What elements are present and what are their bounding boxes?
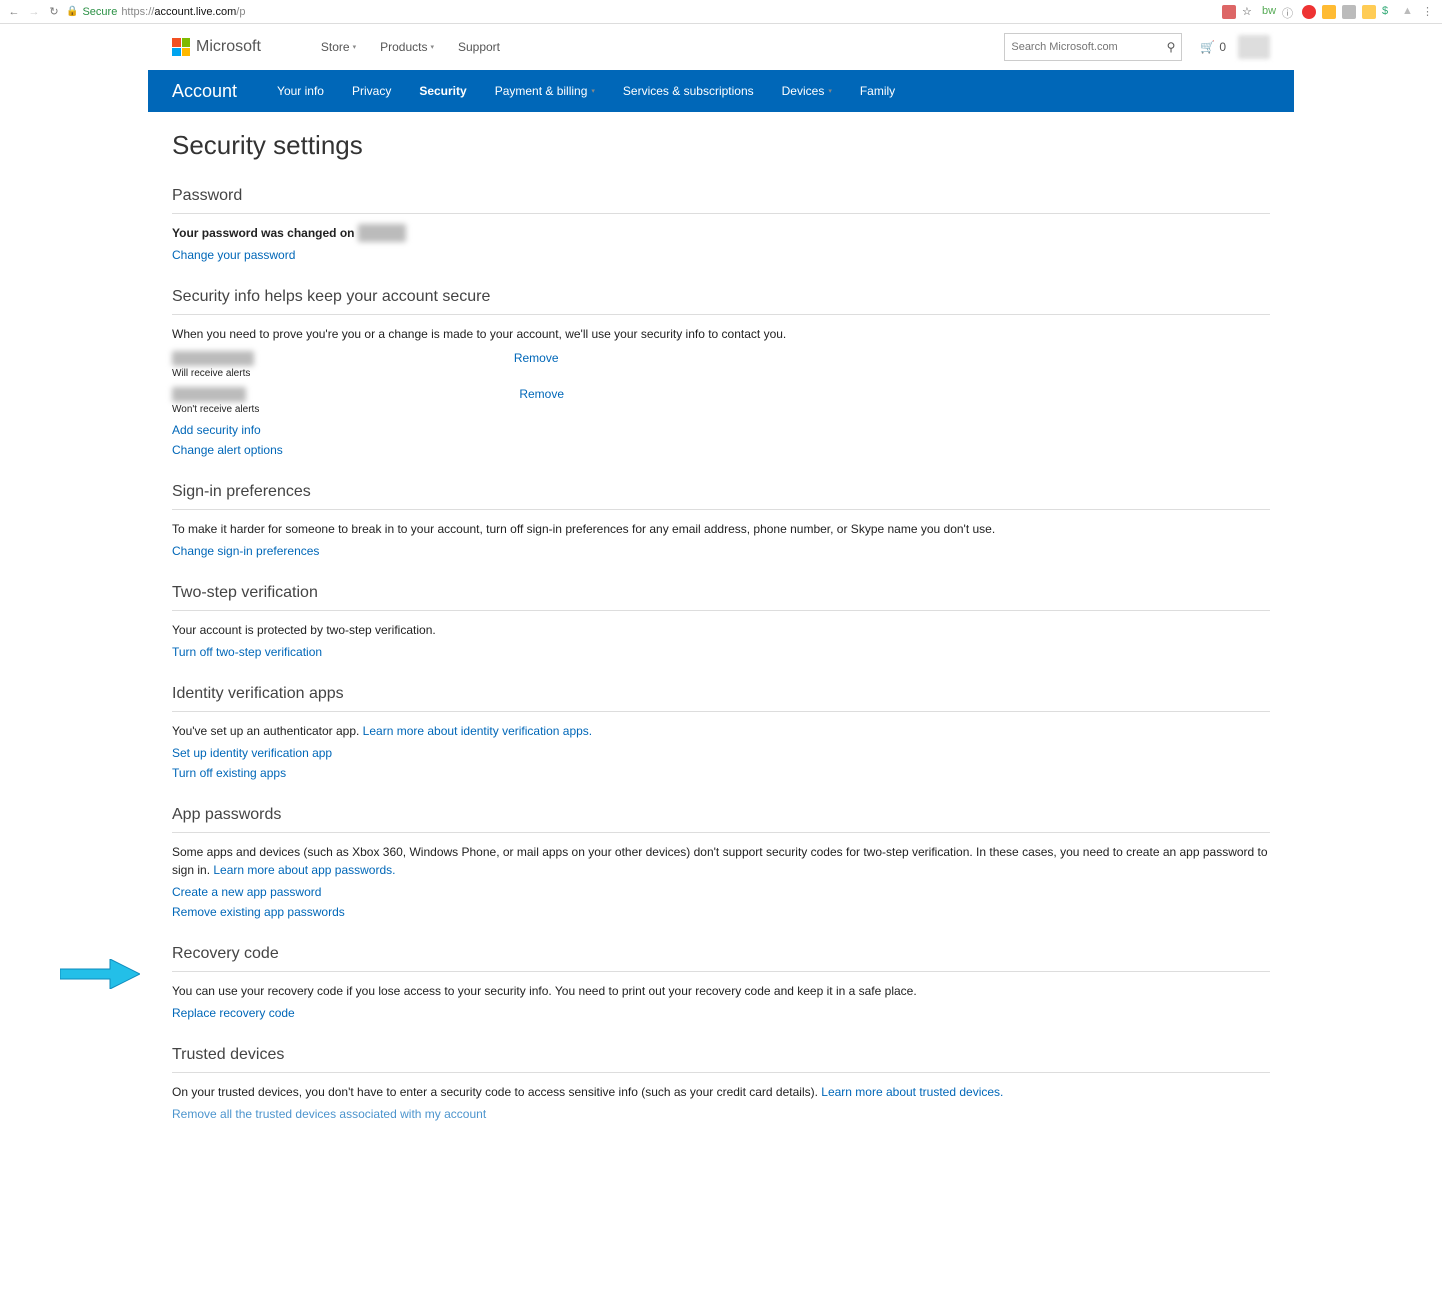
microsoft-logo-icon (172, 38, 190, 56)
brand-label: Microsoft (196, 38, 261, 56)
section-heading: Identity verification apps (172, 685, 1270, 703)
cart-count: 0 (1219, 40, 1226, 54)
ext-icon[interactable]: ▲ (1402, 5, 1416, 19)
section-two-step: Two-step verification Your account is pr… (172, 584, 1270, 659)
search-box[interactable]: ⚲ (1004, 33, 1182, 61)
password-changed-text: Your password was changed on xxxxxxxx (172, 224, 1270, 242)
create-app-password-link[interactable]: Create a new app password (172, 885, 1270, 899)
ext-icon[interactable] (1342, 5, 1356, 19)
security-info-meta: Will receive alerts (172, 368, 254, 379)
chevron-down-icon: ▾ (828, 87, 832, 95)
setup-identity-app-link[interactable]: Set up identity verification app (172, 746, 1270, 760)
security-info-item: xxx-xxx-xxxx Won't receive alerts Remove (172, 387, 1270, 415)
menu-icon[interactable]: ⋮ (1422, 5, 1436, 19)
change-signin-preferences-link[interactable]: Change sign-in preferences (172, 544, 1270, 558)
browser-chrome: ← → ↻ 🔒 Secure https://account.live.com/… (0, 0, 1442, 24)
turn-off-existing-apps-link[interactable]: Turn off existing apps (172, 766, 1270, 780)
content: Security settings Password Your password… (148, 112, 1294, 1141)
section-heading: Sign-in preferences (172, 483, 1270, 501)
cart-icon: 🛒 (1200, 40, 1215, 54)
browser-extension-icons: ☆ bw ⓘ $ ▲ ⋮ (1222, 5, 1436, 19)
secure-label: Secure (82, 6, 117, 18)
chevron-down-icon: ▾ (430, 43, 434, 51)
section-heading: Trusted devices (172, 1046, 1270, 1064)
tab-payment-billing[interactable]: Payment & billing ▾ (495, 84, 595, 98)
security-info-meta: Won't receive alerts (172, 404, 259, 415)
recovery-desc: You can use your recovery code if you lo… (172, 982, 1270, 1000)
ext-icon[interactable]: ⓘ (1282, 5, 1296, 19)
tab-services-subscriptions[interactable]: Services & subscriptions (623, 84, 754, 98)
add-security-info-link[interactable]: Add security info (172, 423, 1270, 437)
learn-more-trusted-devices-link[interactable]: Learn more about trusted devices. (821, 1085, 1003, 1099)
remove-security-info-link[interactable]: Remove (519, 387, 564, 401)
turn-off-two-step-link[interactable]: Turn off two-step verification (172, 645, 1270, 659)
nav-store[interactable]: Store▾ (321, 40, 356, 54)
lock-icon: 🔒 (66, 6, 78, 17)
idapps-desc: You've set up an authenticator app. Lear… (172, 722, 1270, 740)
ext-icon[interactable] (1302, 5, 1316, 19)
signin-desc: To make it harder for someone to break i… (172, 520, 1270, 538)
search-icon[interactable]: ⚲ (1167, 40, 1176, 54)
change-alert-options-link[interactable]: Change alert options (172, 443, 1270, 457)
section-identity-apps: Identity verification apps You've set up… (172, 685, 1270, 780)
address-bar[interactable]: https://account.live.com/p (121, 6, 245, 18)
nav-support[interactable]: Support (458, 40, 500, 54)
section-recovery-code: Recovery code You can use your recovery … (172, 945, 1270, 1020)
replace-recovery-code-link[interactable]: Replace recovery code (172, 1006, 1270, 1020)
remove-trusted-devices-link[interactable]: Remove all the trusted devices associate… (172, 1107, 1270, 1121)
learn-more-identity-apps-link[interactable]: Learn more about identity verification a… (363, 724, 592, 738)
security-info-value: xxx-xxx-xxxx (172, 387, 246, 402)
back-button[interactable]: ← (6, 4, 22, 20)
account-subnav: Account Your info Privacy Security Payme… (148, 70, 1294, 112)
password-changed-date: xxxxxxxx (358, 224, 406, 242)
top-nav: Store▾ Products▾ Support (321, 40, 500, 54)
section-security-info: Security info helps keep your account se… (172, 288, 1270, 457)
chevron-down-icon: ▾ (353, 43, 357, 51)
account-brand[interactable]: Account (172, 81, 237, 102)
search-input[interactable] (1011, 41, 1166, 53)
change-password-link[interactable]: Change your password (172, 248, 1270, 262)
section-password: Password Your password was changed on xx… (172, 187, 1270, 262)
section-heading: App passwords (172, 806, 1270, 824)
remove-app-passwords-link[interactable]: Remove existing app passwords (172, 905, 1270, 919)
tab-privacy[interactable]: Privacy (352, 84, 391, 98)
section-heading: Two-step verification (172, 584, 1270, 602)
security-info-desc: When you need to prove you're you or a c… (172, 325, 1270, 343)
chevron-down-icon: ▾ (591, 87, 595, 95)
tab-devices[interactable]: Devices ▾ (782, 84, 832, 98)
annotation-arrow-icon (60, 959, 140, 989)
microsoft-logo[interactable]: Microsoft (172, 38, 261, 56)
section-heading: Password (172, 187, 1270, 205)
ext-icon[interactable] (1322, 5, 1336, 19)
two-step-desc: Your account is protected by two-step ve… (172, 621, 1270, 639)
star-icon[interactable]: ☆ (1242, 5, 1256, 19)
tab-your-info[interactable]: Your info (277, 84, 324, 98)
top-header: Microsoft Store▾ Products▾ Support ⚲ 🛒 0 (148, 24, 1294, 70)
forward-button[interactable]: → (26, 4, 42, 20)
section-heading: Security info helps keep your account se… (172, 288, 1270, 306)
reload-button[interactable]: ↻ (46, 4, 62, 20)
ext-icon[interactable]: $ (1382, 5, 1396, 19)
page-title: Security settings (172, 130, 1270, 161)
ext-icon[interactable]: bw (1262, 5, 1276, 19)
security-info-value: xxx@xxxx.xxx (172, 351, 254, 366)
nav-products[interactable]: Products▾ (380, 40, 434, 54)
tab-family[interactable]: Family (860, 84, 895, 98)
trusted-desc: On your trusted devices, you don't have … (172, 1083, 1270, 1101)
section-app-passwords: App passwords Some apps and devices (suc… (172, 806, 1270, 919)
tab-security[interactable]: Security (419, 84, 466, 98)
ext-icon[interactable] (1362, 5, 1376, 19)
section-trusted-devices: Trusted devices On your trusted devices,… (172, 1046, 1270, 1121)
section-signin: Sign-in preferences To make it harder fo… (172, 483, 1270, 558)
remove-security-info-link[interactable]: Remove (514, 351, 559, 365)
ext-icon[interactable] (1222, 5, 1236, 19)
section-heading: Recovery code (172, 945, 1270, 963)
learn-more-app-passwords-link[interactable]: Learn more about app passwords. (213, 863, 395, 877)
cart-button[interactable]: 🛒 0 (1200, 40, 1226, 54)
avatar[interactable] (1238, 35, 1270, 59)
apppw-desc: Some apps and devices (such as Xbox 360,… (172, 843, 1270, 879)
security-info-item: xxx@xxxx.xxx Will receive alerts Remove (172, 351, 1270, 379)
